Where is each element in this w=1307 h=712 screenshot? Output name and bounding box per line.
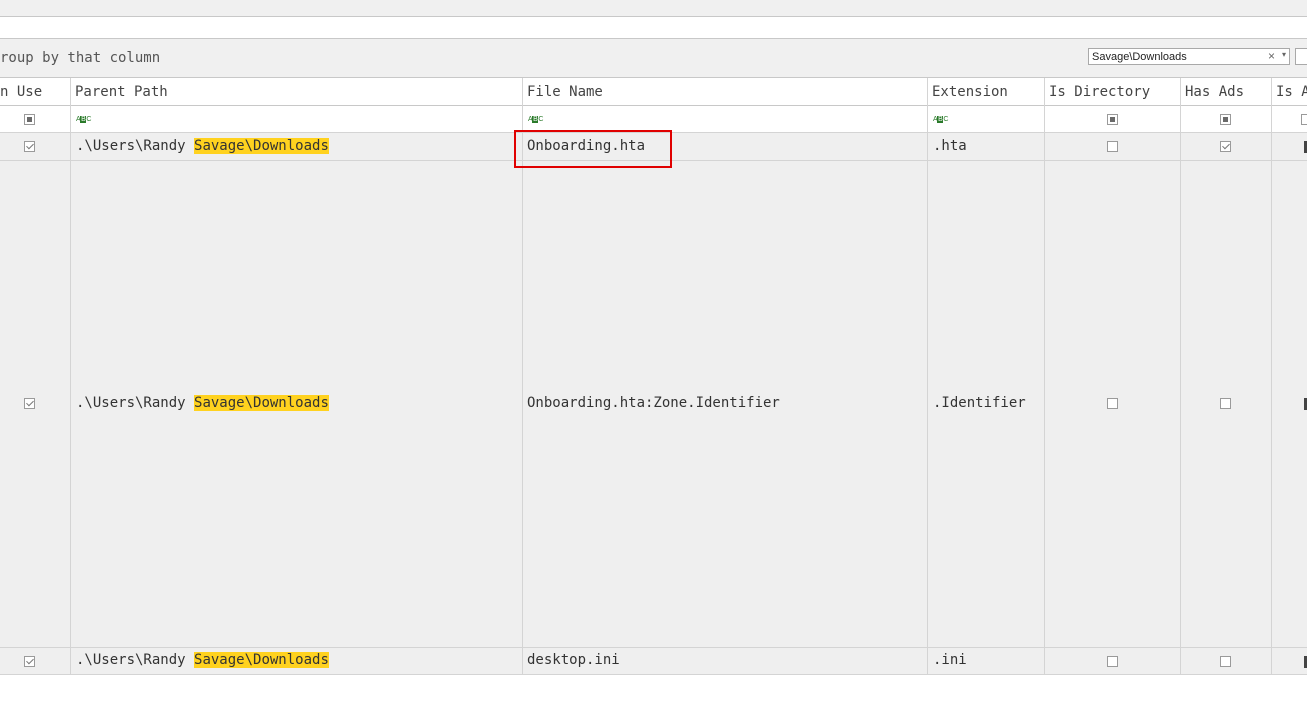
- secondary-input[interactable]: [1295, 48, 1307, 65]
- extension-cell: .hta: [933, 138, 967, 154]
- filter-is-directory-checkbox[interactable]: [1107, 114, 1118, 125]
- has-ads-checkbox[interactable]: [1220, 141, 1231, 152]
- has-ads-checkbox[interactable]: [1220, 398, 1231, 409]
- text-filter-icon[interactable]: ABC: [528, 116, 543, 123]
- parent-path-cell: .\Users\Randy Savage\Downloads: [76, 138, 329, 154]
- is-directory-checkbox[interactable]: [1107, 141, 1118, 152]
- in-use-checkbox[interactable]: [24, 141, 35, 152]
- text-filter-icon[interactable]: ABC: [933, 116, 948, 123]
- parent-path-prefix: .\Users\Randy: [76, 395, 195, 411]
- table-row[interactable]: .\Users\Randy Savage\Downloads desktop.i…: [0, 648, 1307, 675]
- has-ads-checkbox[interactable]: [1220, 656, 1231, 667]
- filter-is-a-checkbox[interactable]: [1301, 114, 1307, 125]
- file-name-cell: Onboarding.hta:Zone.Identifier: [527, 395, 780, 411]
- parent-path-prefix: .\Users\Randy: [76, 652, 195, 668]
- column-header-label: n Use: [0, 84, 43, 100]
- column-header-is-directory[interactable]: Is Directory: [1045, 78, 1180, 106]
- search-match-highlight: Savage\Downloads: [194, 395, 329, 411]
- column-divider[interactable]: [1180, 78, 1181, 675]
- table-row[interactable]: .\Users\Randy Savage\Downloads Onboardin…: [0, 161, 1307, 648]
- parent-path-cell: .\Users\Randy Savage\Downloads: [76, 652, 329, 668]
- column-divider[interactable]: [70, 78, 71, 675]
- column-header-label: Has Ads: [1185, 84, 1245, 100]
- column-divider[interactable]: [927, 78, 928, 675]
- extension-cell: .ini: [933, 652, 967, 668]
- column-divider[interactable]: [1044, 78, 1045, 675]
- column-header-label: Is Directory: [1049, 84, 1151, 100]
- filter-has-ads-checkbox[interactable]: [1220, 114, 1231, 125]
- file-name-cell: desktop.ini: [527, 652, 620, 668]
- chevron-down-icon[interactable]: ▾: [1282, 50, 1286, 59]
- annotation-highlight-box: [514, 130, 672, 168]
- column-header-has-ads[interactable]: Has Ads: [1181, 78, 1271, 106]
- column-header-extension[interactable]: Extension: [928, 78, 1044, 106]
- column-header-is-a[interactable]: Is A: [1272, 78, 1307, 106]
- text-filter-icon[interactable]: ABC: [76, 116, 91, 123]
- group-by-hint: roup by that column: [0, 50, 161, 66]
- column-header-parent-path[interactable]: Parent Path: [71, 78, 522, 106]
- search-input[interactable]: Savage\Downloads × ▾: [1088, 48, 1290, 65]
- column-header-label: Is A: [1276, 84, 1307, 100]
- group-by-panel[interactable]: roup by that column Savage\Downloads × ▾: [0, 39, 1307, 78]
- search-value: Savage\Downloads: [1092, 51, 1187, 63]
- clear-icon[interactable]: ×: [1268, 49, 1275, 63]
- parent-path-cell: .\Users\Randy Savage\Downloads: [76, 395, 329, 411]
- column-header-file-name[interactable]: File Name: [523, 78, 927, 106]
- in-use-checkbox[interactable]: [24, 398, 35, 409]
- column-header-label: Extension: [932, 84, 1008, 100]
- filter-in-use-checkbox[interactable]: [24, 114, 35, 125]
- extension-cell: .Identifier: [933, 395, 1026, 411]
- parent-path-prefix: .\Users\Randy: [76, 138, 195, 154]
- is-directory-checkbox[interactable]: [1107, 656, 1118, 667]
- column-header-in-use[interactable]: n Use: [0, 78, 70, 106]
- search-match-highlight: Savage\Downloads: [194, 652, 329, 668]
- search-match-highlight: Savage\Downloads: [194, 138, 329, 154]
- column-divider[interactable]: [1271, 78, 1272, 675]
- is-directory-checkbox[interactable]: [1107, 398, 1118, 409]
- in-use-checkbox[interactable]: [24, 656, 35, 667]
- column-header-label: Parent Path: [75, 84, 168, 100]
- top-toolbar: [0, 0, 1307, 17]
- column-header-label: File Name: [527, 84, 603, 100]
- toolbar-gap: [0, 17, 1307, 39]
